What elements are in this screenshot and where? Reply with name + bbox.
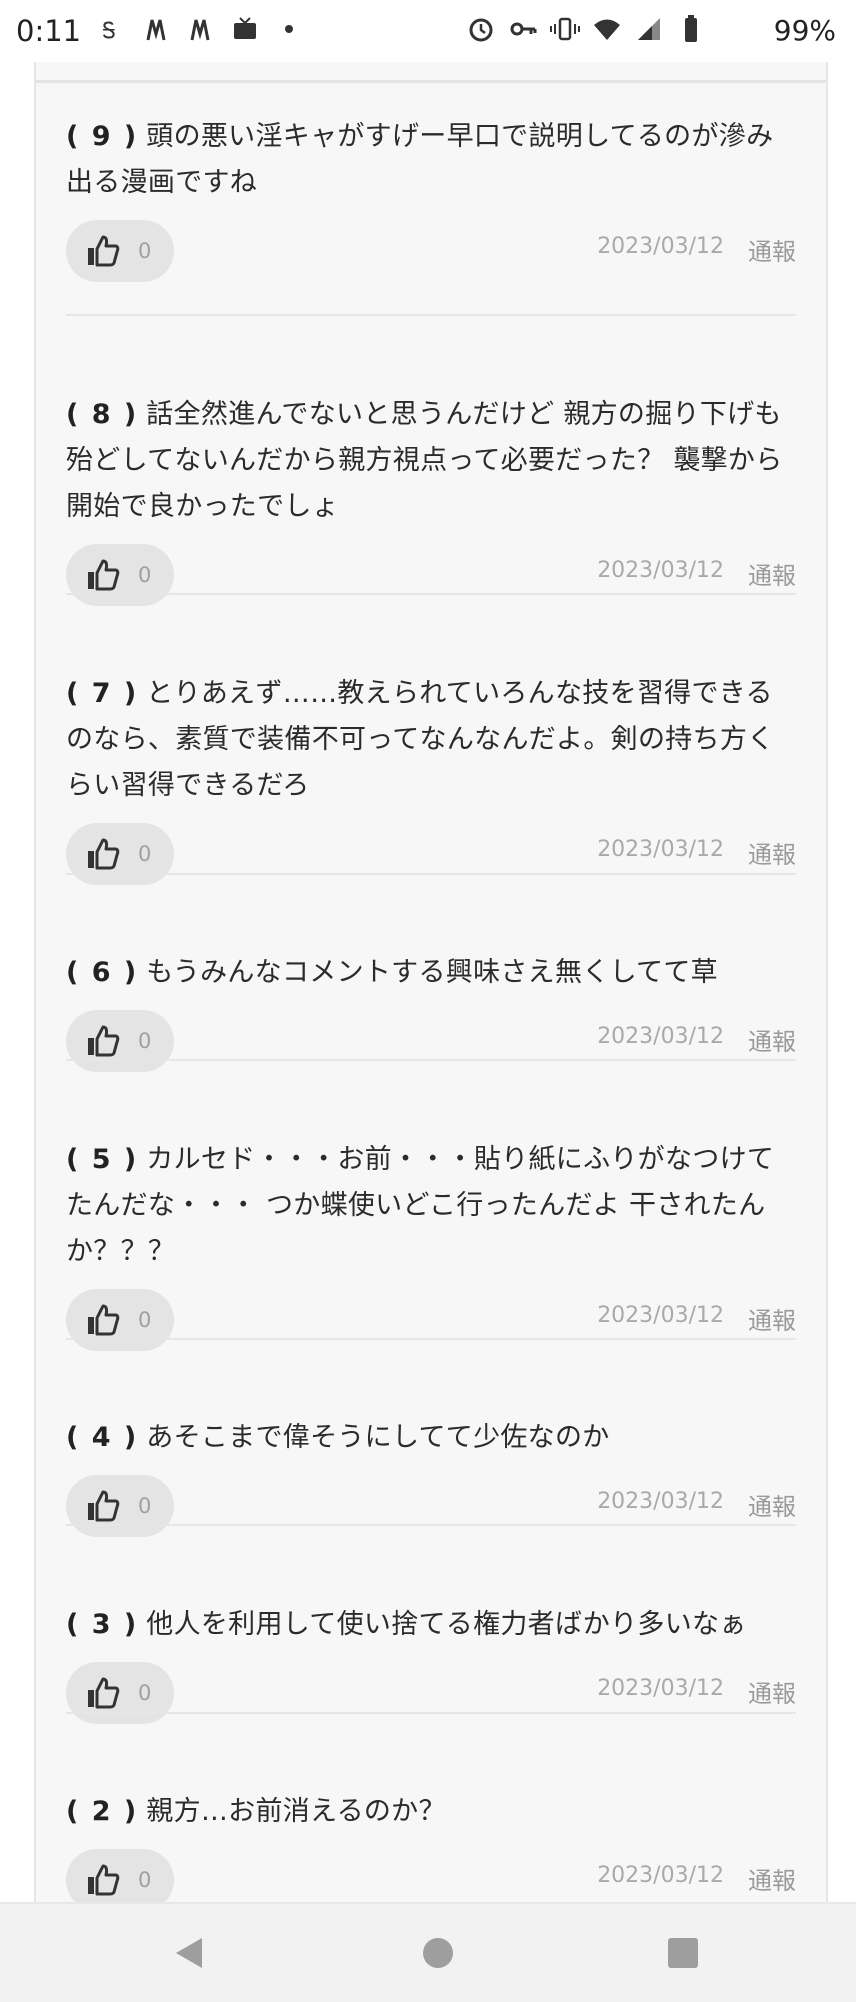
comment-date: 2023/03/12 xyxy=(597,837,724,862)
comments-panel: ( 9 ) 頭の悪い淫キャがすげー早口で説明してるのが滲み出る漫画ですね 0 20… xyxy=(34,62,828,1911)
battery-icon xyxy=(685,15,697,42)
like-button[interactable]: 0 xyxy=(66,1662,174,1724)
comment-item: ( 9 ) 頭の悪い淫キャがすげー早口で説明してるのが滲み出る漫画ですね 0 20… xyxy=(66,114,796,282)
thumbs-up-icon xyxy=(88,559,120,591)
alarm-icon xyxy=(469,18,493,42)
like-count: 0 xyxy=(138,239,152,263)
thumbs-up-icon xyxy=(88,1490,120,1522)
comment-date: 2023/03/12 xyxy=(597,558,724,583)
comment-item: ( 3 ) 他人を利用して使い捨てる権力者ばかり多いなぁ 0 2023/03/12… xyxy=(66,1602,796,1724)
vibrate-icon xyxy=(550,17,580,41)
like-count: 0 xyxy=(138,1681,152,1705)
report-link[interactable]: 通報 xyxy=(748,556,796,591)
notification-app-icon xyxy=(190,19,210,41)
comment-divider xyxy=(66,873,796,875)
like-button[interactable]: 0 xyxy=(66,544,174,606)
comment-date: 2023/03/12 xyxy=(597,1863,724,1888)
like-button[interactable]: 0 xyxy=(66,1289,174,1351)
comment-date: 2023/03/12 xyxy=(597,1024,724,1049)
comment-number: ( 8 ) xyxy=(66,399,139,430)
comment-item: ( 6 ) もうみんなコメントする興味さえ無くしてて草 0 2023/03/12 … xyxy=(66,950,796,1072)
svg-text:Ꭶ: Ꭶ xyxy=(102,19,116,44)
status-time: 0:11 xyxy=(16,14,82,48)
thumbs-up-icon xyxy=(88,1304,120,1336)
status-bar: 0:11 Ꭶ 99% xyxy=(0,0,856,62)
comment-divider xyxy=(66,1712,796,1714)
comment-date: 2023/03/12 xyxy=(597,234,724,259)
like-count: 0 xyxy=(138,1868,152,1892)
like-button[interactable]: 0 xyxy=(66,823,174,885)
report-link[interactable]: 通報 xyxy=(748,1861,796,1896)
battery-percent: 99% xyxy=(773,14,836,47)
comment-number: ( 3 ) xyxy=(66,1609,139,1640)
comment-body: とりあえず……教えられていろんな技を習得できるのなら、素質で装備不可ってなんなん… xyxy=(66,678,775,801)
like-button[interactable]: 0 xyxy=(66,1010,174,1072)
comment-body: あそこまで偉そうにしてて少佐なのか xyxy=(146,1422,610,1453)
like-count: 0 xyxy=(138,1494,152,1518)
comment-divider xyxy=(66,1524,796,1526)
system-navigation-bar xyxy=(0,1902,856,2002)
vpn-key-icon xyxy=(510,22,537,36)
notification-app-icon: Ꭶ xyxy=(102,19,116,44)
comment-body: カルセド・・・お前・・・貼り紙にふりがなつけてたんだな・・・ つか蝶使いどこ行っ… xyxy=(66,1144,775,1267)
comment-item: ( 7 ) とりあえず……教えられていろんな技を習得できるのなら、素質で装備不可っ… xyxy=(66,671,796,885)
comment-divider xyxy=(66,1059,796,1061)
report-link[interactable]: 通報 xyxy=(748,232,796,267)
comment-divider xyxy=(66,1338,796,1340)
thumbs-up-icon xyxy=(88,235,120,267)
comment-item: ( 5 ) カルセド・・・お前・・・貼り紙にふりがなつけてたんだな・・・ つか蝶使… xyxy=(66,1137,796,1351)
comment-item: ( 8 ) 話全然進んでないと思うんだけど 親方の掘り下げも殆どしてないんだから親… xyxy=(66,392,796,606)
thumbs-up-icon xyxy=(88,1025,120,1057)
comment-date: 2023/03/12 xyxy=(597,1303,724,1328)
comment-body: 頭の悪い淫キャがすげー早口で説明してるのが滲み出る漫画ですね xyxy=(66,121,774,198)
comment-divider xyxy=(66,593,796,595)
report-link[interactable]: 通報 xyxy=(748,1487,796,1522)
back-icon[interactable] xyxy=(172,1936,206,1970)
thumbs-up-icon xyxy=(88,1677,120,1709)
comment-body: 親方…お前消えるのか？ xyxy=(146,1796,446,1827)
comment-date: 2023/03/12 xyxy=(597,1676,724,1701)
wifi-icon xyxy=(594,19,620,40)
notification-app-icon xyxy=(146,19,166,41)
comment-body: 他人を利用して使い捨てる権力者ばかり多いなぁ xyxy=(146,1609,747,1640)
comment-date: 2023/03/12 xyxy=(597,1489,724,1514)
comment-number: ( 2 ) xyxy=(66,1796,139,1827)
comment-number: ( 7 ) xyxy=(66,678,139,709)
thumbs-up-icon xyxy=(88,1864,120,1896)
tv-icon xyxy=(234,17,256,39)
like-count: 0 xyxy=(138,1308,152,1332)
report-link[interactable]: 通報 xyxy=(748,1301,796,1336)
comment-body: もうみんなコメントする興味さえ無くしてて草 xyxy=(146,957,718,988)
cell-signal-icon xyxy=(638,18,660,40)
comment-item: ( 2 ) 親方…お前消えるのか？ 0 2023/03/12 通報 xyxy=(66,1789,796,1911)
comment-number: ( 9 ) xyxy=(66,121,139,152)
panel-top-border xyxy=(36,80,826,83)
like-count: 0 xyxy=(138,842,152,866)
home-icon[interactable] xyxy=(423,1938,453,1968)
report-link[interactable]: 通報 xyxy=(748,1674,796,1709)
report-link[interactable]: 通報 xyxy=(748,835,796,870)
comment-body: 話全然進んでないと思うんだけど 親方の掘り下げも殆どしてないんだから親方視点って… xyxy=(66,399,783,522)
comment-divider xyxy=(66,314,796,316)
comment-number: ( 5 ) xyxy=(66,1144,139,1175)
like-button[interactable]: 0 xyxy=(66,220,174,282)
comment-number: ( 6 ) xyxy=(66,957,139,988)
like-count: 0 xyxy=(138,1029,152,1053)
comment-item: ( 4 ) あそこまで偉そうにしてて少佐なのか 0 2023/03/12 通報 xyxy=(66,1415,796,1537)
like-count: 0 xyxy=(138,563,152,587)
recent-apps-icon[interactable] xyxy=(668,1938,698,1968)
report-link[interactable]: 通報 xyxy=(748,1022,796,1057)
comment-number: ( 4 ) xyxy=(66,1422,139,1453)
like-button[interactable]: 0 xyxy=(66,1475,174,1537)
more-notifications-dot-icon xyxy=(285,25,293,33)
thumbs-up-icon xyxy=(88,838,120,870)
